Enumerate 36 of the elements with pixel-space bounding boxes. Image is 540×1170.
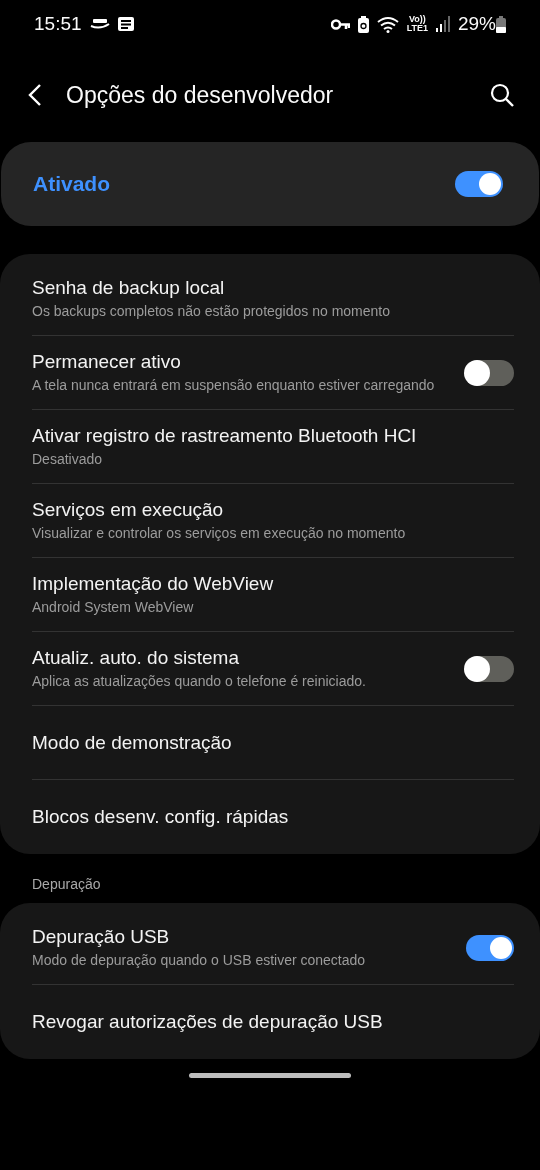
section-header: Depuração	[31, 875, 102, 894]
setting-description: Visualizar e controlar os serviços em execução no momento	[32, 524, 407, 543]
setting-title[interactable]: Blocos desenv. config. rápidas	[32, 805, 514, 829]
search-icon[interactable]	[490, 83, 514, 107]
key-icon	[330, 18, 350, 30]
signal-icon	[435, 16, 450, 32]
setting-description: Modo de depuração quando o USB estiver conectado	[32, 951, 367, 970]
toggle-switch[interactable]	[466, 359, 514, 386]
battery-saver-icon	[357, 15, 369, 33]
clock: 15:51	[34, 11, 82, 36]
setting-description: Os backups completos não estão protegidos no momento	[32, 302, 391, 321]
setting-description: Aplica as atualizações quando o telefone é reiniciado.	[32, 672, 367, 691]
setting-title[interactable]: Ativar registro de rastreamento Bluetooth HCI	[32, 424, 514, 448]
back-icon[interactable]	[28, 83, 42, 107]
toggle-switch[interactable]	[466, 655, 514, 682]
setting-description: Desativado	[32, 450, 104, 469]
setting-description: Android System WebView	[32, 598, 195, 617]
setting-title[interactable]: Permanecer ativo	[32, 350, 450, 374]
setting-title[interactable]: Atualiz. auto. do sistema	[32, 646, 450, 670]
setting-title[interactable]: Revogar autorizações de depuração USB	[32, 1010, 514, 1034]
network-label: Vo))	[408, 15, 426, 24]
battery-percentage: 29%	[457, 11, 496, 36]
setting-title[interactable]: Senha de backup local	[32, 276, 514, 300]
toggle-switch[interactable]	[466, 934, 514, 961]
master-switch-label: Ativado	[33, 171, 110, 198]
page-title: Opções do desenvolvedor	[66, 80, 335, 110]
wifi-icon	[376, 15, 399, 33]
setting-title[interactable]: Implementação do WebView	[32, 572, 514, 596]
setting-title[interactable]: Modo de demonstração	[32, 730, 514, 755]
notification-icon	[117, 17, 134, 31]
toggle-switch[interactable]	[455, 171, 503, 197]
setting-title[interactable]: Serviços em execução	[32, 498, 514, 522]
setting-title[interactable]: Depuração USB	[32, 925, 450, 949]
setting-description: A tela nunca entrará em suspensão enquanto estiver carregando	[32, 376, 436, 395]
network-type-label: LTE1	[406, 24, 428, 33]
battery-icon	[496, 15, 506, 33]
